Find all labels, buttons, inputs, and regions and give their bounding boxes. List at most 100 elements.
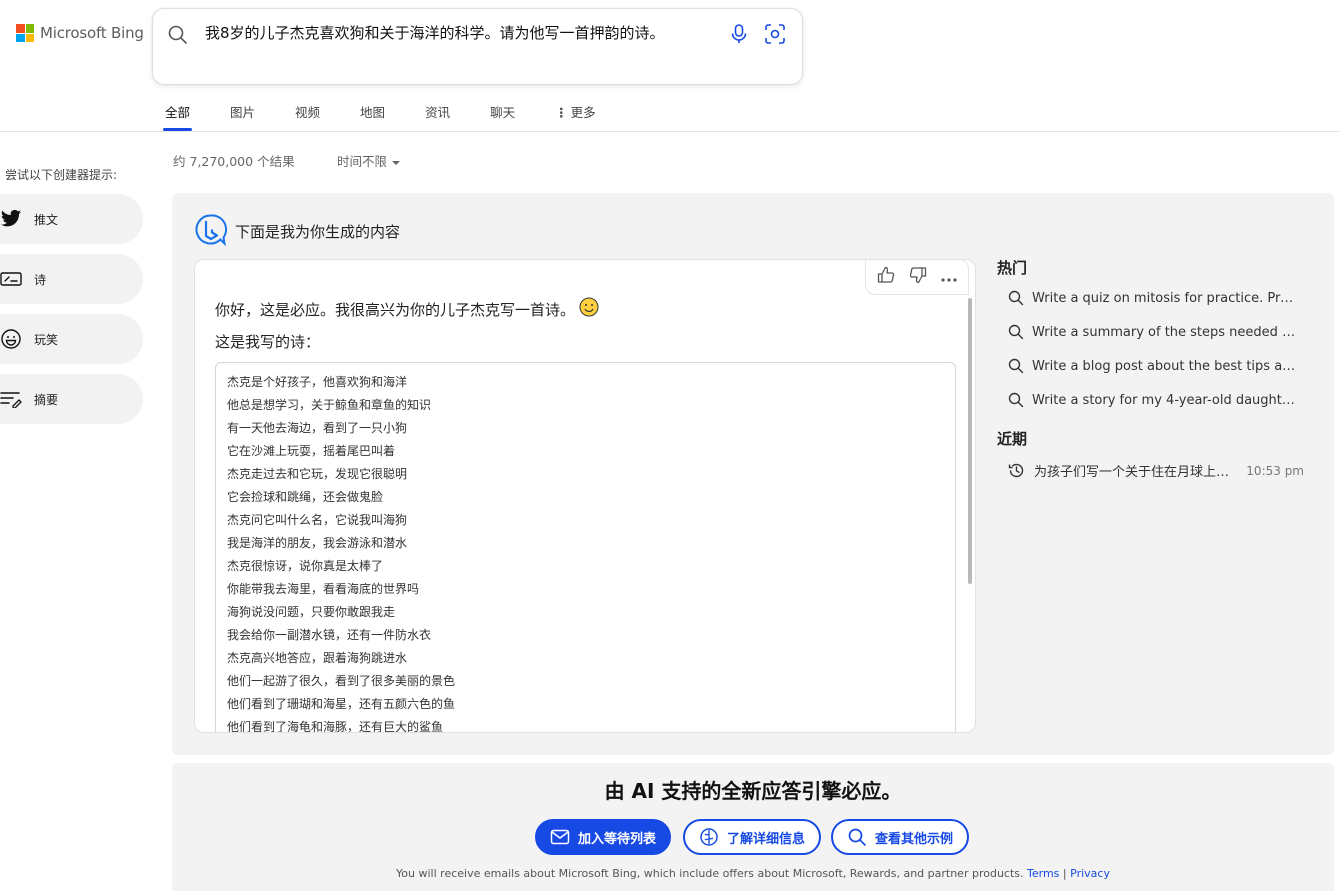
summary-lines-icon (0, 390, 26, 408)
sidebar-item-poem[interactable]: 诗 (0, 254, 143, 304)
poem-line: 你能带我去海里，看看海底的世界吗 (227, 582, 420, 596)
microphone-icon[interactable] (729, 23, 749, 49)
sidebar-item-joke[interactable]: 玩笑 (0, 314, 143, 364)
search-tabs: 全部 图片 视频 地图 资讯 聊天 ⋮ 更多 (162, 94, 636, 131)
answer-panel: 下面是我为你生成的内容 你好，这是必应。我很高兴为你的儿子杰克写一首诗。 这是我… (172, 193, 1334, 755)
sidebar-item-label: 摘要 (34, 392, 59, 407)
hot-title: 热门 (997, 259, 1028, 277)
tab-more-label: 更多 (570, 105, 596, 120)
poem-line: 杰克高兴地答应，跟着海狗跳进水 (227, 651, 408, 665)
poem-line: 它会捡球和跳绳，还会做鬼脸 (227, 490, 384, 504)
more-dots-icon: ⋮ (555, 105, 568, 120)
search-icon[interactable] (167, 24, 189, 50)
tab-maps[interactable]: 地图 (360, 94, 385, 130)
legal-text: You will receive emails about Microsoft … (396, 867, 1024, 880)
brain-icon (700, 828, 718, 846)
search-icon (1008, 358, 1024, 374)
see-more-examples-label: 查看其他示例 (875, 831, 954, 847)
search-icon (1008, 324, 1024, 340)
search-icon (1008, 290, 1024, 306)
legal-separator: | (1062, 867, 1067, 880)
poem-line: 他们看到了珊瑚和海星，还有五颜六色的鱼 (227, 697, 456, 711)
greeting-text: 你好，这是必应。我很高兴为你的儿子杰克写一首诗。 (215, 300, 576, 319)
poem-line: 它在沙滩上玩耍，摇着尾巴叫着 (227, 444, 396, 458)
search-icon (848, 828, 866, 846)
time-filter-dropdown[interactable]: 时间不限 (337, 151, 401, 170)
sidebar-item-label: 诗 (34, 272, 47, 287)
header-divider (0, 131, 1340, 132)
smile-icon (0, 328, 26, 350)
hot-prompt-item[interactable]: Write a quiz on mitosis for practice. Pr… (1008, 290, 1308, 306)
sidebar-item-label: 玩笑 (34, 332, 59, 347)
card-scrollbar[interactable] (968, 298, 972, 584)
learn-more-label: 了解详细信息 (727, 831, 806, 847)
sidebar-title: 尝试以下创建器提示: (5, 168, 118, 182)
search-icon (1008, 392, 1024, 408)
twitter-bird-icon (0, 209, 26, 229)
hot-prompt-text: Write a summary of the steps needed to s… (1032, 324, 1300, 340)
poem-line: 他总是想学习，关于鲸鱼和章鱼的知识 (227, 398, 432, 412)
search-input[interactable]: 我8岁的儿子杰克喜欢狗和关于海洋的科学。请为他写一首押韵的诗。 (205, 21, 685, 45)
bing-logo[interactable]: Microsoft Bing (16, 24, 144, 42)
search-box[interactable]: 我8岁的儿子杰克喜欢狗和关于海洋的科学。请为他写一首押韵的诗。 (152, 8, 803, 85)
poem-line: 有一天他去海边，看到了一只小狗 (227, 421, 408, 435)
learn-more-button[interactable]: 了解详细信息 (683, 819, 822, 855)
time-filter-label: 时间不限 (337, 154, 388, 169)
tab-all[interactable]: 全部 (162, 94, 193, 131)
thumbs-down-icon[interactable] (908, 265, 928, 289)
smiling-face-emoji-icon (579, 297, 599, 321)
thumbs-up-icon[interactable] (876, 265, 896, 289)
result-count: 约 7,270,000 个结果 (173, 154, 295, 169)
tab-chat[interactable]: 聊天 (490, 94, 515, 130)
poem-block: 杰克是个好孩子，他喜欢狗和海洋 他总是想学习，关于鲸鱼和章鱼的知识 有一天他去海… (215, 362, 956, 733)
poem-line: 我是海洋的朋友，我会游泳和潜水 (227, 536, 408, 550)
poem-line: 他们看到了海龟和海豚，还有巨大的鲨鱼 (227, 720, 444, 733)
more-options-icon[interactable] (940, 268, 958, 287)
recent-item-text: 为孩子们写一个关于住在月球上的故事 (1034, 465, 1230, 480)
hot-prompt-text: Write a story for my 4-year-old daughter… (1032, 392, 1300, 408)
poem-line: 他们一起游了很久，看到了很多美丽的景色 (227, 674, 456, 688)
recent-item[interactable]: 为孩子们写一个关于住在月球上的故事 10:53 pm (1008, 461, 1304, 480)
history-icon (1008, 463, 1024, 478)
terms-link[interactable]: Terms (1027, 867, 1059, 880)
pen-card-icon (0, 271, 26, 287)
answer-header-text: 下面是我为你生成的内容 (235, 223, 401, 241)
promo-section: 由 AI 支持的全新应答引擎必应。 加入等待列表 了解详细信息 查看其他示例 Y… (172, 763, 1334, 891)
answer-intro: 这是我写的诗： (215, 333, 321, 351)
hot-prompt-item[interactable]: Write a summary of the steps needed to s… (1008, 324, 1308, 340)
promo-headline: 由 AI 支持的全新应答引擎必应。 (604, 779, 902, 803)
sidebar-item-tweet[interactable]: 推文 (0, 194, 143, 244)
hot-prompt-text: Write a blog post about the best tips an… (1032, 358, 1300, 374)
poem-line: 杰克很惊讶，说你真是太棒了 (227, 559, 384, 573)
sidebar-item-label: 推文 (34, 212, 59, 227)
visual-search-icon[interactable] (763, 22, 787, 50)
microsoft-logo-icon (16, 24, 34, 42)
poem-line: 海狗说没问题，只要你敢跟我走 (227, 605, 396, 619)
promo-legal: You will receive emails about Microsoft … (172, 867, 1334, 880)
tab-images[interactable]: 图片 (230, 94, 255, 130)
poem-line: 杰克走过去和它玩，发现它很聪明 (227, 467, 408, 481)
tab-news[interactable]: 资讯 (425, 94, 450, 130)
privacy-link[interactable]: Privacy (1070, 867, 1110, 880)
hot-prompt-text: Write a quiz on mitosis for practice. Pr… (1032, 290, 1300, 306)
mail-icon (550, 829, 570, 845)
poem-line: 杰克是个好孩子，他喜欢狗和海洋 (227, 375, 408, 389)
tab-more[interactable]: ⋮ 更多 (555, 94, 596, 130)
poem-line: 杰克问它叫什么名，它说我叫海狗 (227, 513, 408, 527)
recent-title: 近期 (997, 430, 1028, 448)
see-more-examples-button[interactable]: 查看其他示例 (831, 819, 970, 855)
caret-down-icon (392, 160, 401, 165)
hot-prompt-item[interactable]: Write a blog post about the best tips an… (1008, 358, 1308, 374)
join-waitlist-button[interactable]: 加入等待列表 (535, 819, 672, 855)
answer-header: 下面是我为你生成的内容 (194, 213, 400, 250)
sidebar-item-summary[interactable]: 摘要 (0, 374, 143, 424)
join-waitlist-label: 加入等待列表 (578, 831, 657, 847)
bing-chat-icon (194, 213, 228, 250)
answer-greeting: 你好，这是必应。我很高兴为你的儿子杰克写一首诗。 (215, 297, 599, 321)
hot-prompt-item[interactable]: Write a story for my 4-year-old daughter… (1008, 392, 1308, 408)
poem-line: 我会给你一副潜水镜，还有一件防水衣 (227, 628, 432, 642)
logo-text: Microsoft Bing (40, 24, 144, 42)
tab-videos[interactable]: 视频 (295, 94, 320, 130)
answer-card: 你好，这是必应。我很高兴为你的儿子杰克写一首诗。 这是我写的诗： 杰克是个好孩子… (194, 259, 976, 733)
recent-item-time: 10:53 pm (1246, 463, 1304, 478)
